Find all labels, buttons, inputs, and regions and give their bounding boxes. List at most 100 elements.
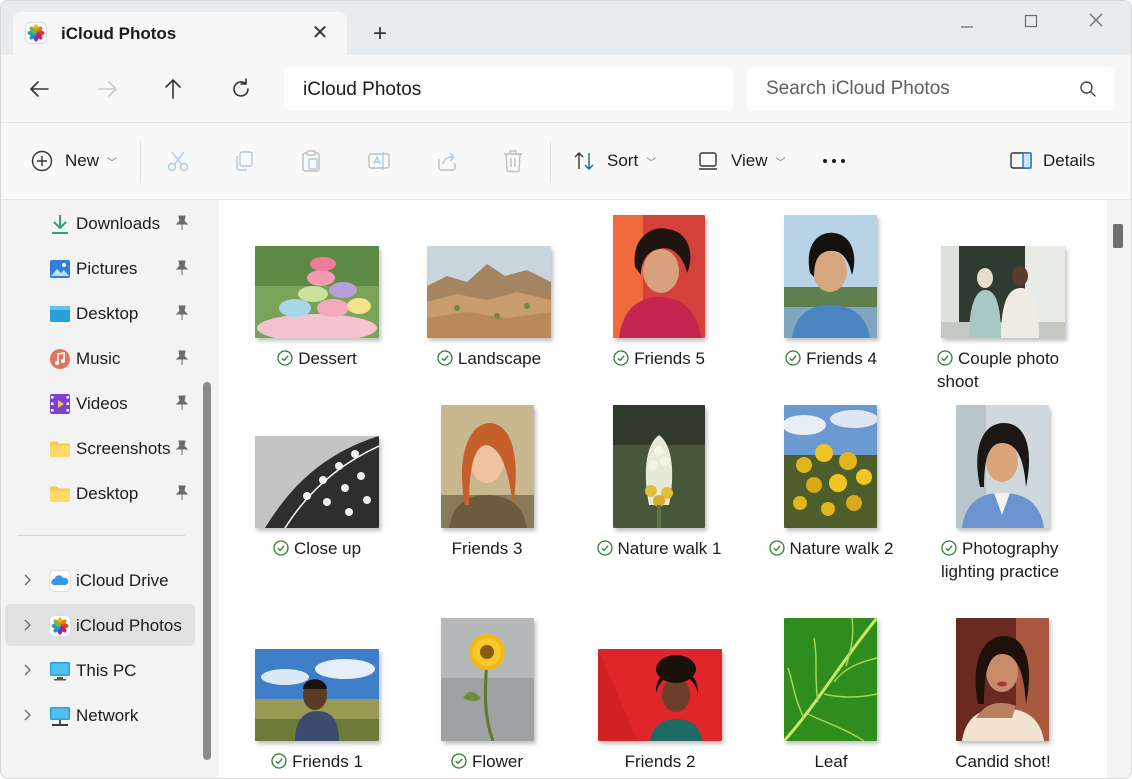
- folder-icon: [50, 441, 70, 457]
- photo-thumbnail-landscape: [427, 246, 551, 338]
- photo-caption: Nature walk 2: [765, 537, 897, 560]
- details-button[interactable]: Details: [1010, 145, 1095, 177]
- music-icon: [50, 349, 70, 369]
- back-arrow-icon[interactable]: [26, 75, 54, 103]
- view-button[interactable]: View ﹀: [697, 145, 786, 177]
- pin-icon[interactable]: [175, 395, 189, 411]
- pictures-icon: [50, 260, 70, 278]
- photo-caption: Flower: [425, 750, 549, 773]
- sidebar-scrollbar-thumb[interactable]: [203, 382, 211, 760]
- sidebar-item-icloud-photos[interactable]: iCloud Photos: [5, 604, 195, 646]
- search-icon[interactable]: [1079, 80, 1097, 98]
- sync-check-icon: [277, 350, 293, 366]
- sidebar-item-label: Pictures: [76, 259, 138, 278]
- trash-icon: [504, 150, 522, 173]
- tab-strip: iCloud Photos ✕ +: [1, 1, 1131, 56]
- photo-thumbnail-friends-1: [255, 649, 379, 741]
- share-button[interactable]: [435, 145, 459, 177]
- photo-caption: Photography lighting practice: [941, 537, 1081, 583]
- chevron-right-icon[interactable]: [21, 618, 33, 632]
- toolbar-divider: [140, 141, 141, 183]
- pin-icon[interactable]: [175, 305, 189, 321]
- toolbar-divider: [550, 141, 551, 183]
- photo-thumbnail-friends-2: [598, 649, 722, 741]
- file-explorer-window: iCloud Photos ✕ + iCloud Photos Search i…: [0, 0, 1132, 779]
- sync-check-icon: [785, 350, 801, 366]
- photo-name: Couple photo shoot: [937, 349, 1060, 391]
- forward-arrow-icon[interactable]: [93, 75, 121, 103]
- sort-button[interactable]: Sort ﹀: [573, 145, 656, 177]
- photos-app-icon: [25, 22, 47, 44]
- view-icon: [699, 152, 717, 170]
- folder-icon: [50, 486, 70, 502]
- tab-title: iCloud Photos: [61, 24, 177, 43]
- photo-name: Nature walk 2: [789, 539, 894, 558]
- sidebar-item-music[interactable]: Music: [5, 337, 195, 379]
- search-input[interactable]: [766, 78, 1066, 100]
- photo-caption: Candid shot!: [941, 750, 1065, 773]
- sidebar-item-desktop[interactable]: Desktop: [5, 292, 195, 334]
- search-box[interactable]: [746, 67, 1114, 111]
- chevron-right-icon[interactable]: [21, 573, 33, 587]
- pin-icon[interactable]: [175, 260, 189, 276]
- photo-name: Friends 1: [292, 752, 363, 771]
- photo-name: Landscape: [457, 349, 542, 368]
- photo-name: Friends 2: [624, 752, 696, 771]
- sidebar-item-label: Desktop: [76, 484, 139, 503]
- new-tab-button[interactable]: +: [367, 21, 393, 47]
- sync-check-icon: [937, 350, 953, 366]
- photo-thumbnail-couple-photo-shoot: [941, 246, 1065, 338]
- sidebar-item-label: Network: [76, 706, 139, 725]
- photo-thumbnail-friends-3: [441, 405, 534, 528]
- photo-name: Dessert: [298, 349, 357, 368]
- sidebar-item-pictures[interactable]: Pictures: [5, 247, 195, 289]
- pin-icon[interactable]: [175, 215, 189, 231]
- sidebar-item-network[interactable]: Network: [5, 694, 195, 736]
- photo-thumbnail-nature-walk-2: [784, 405, 877, 528]
- view-label: View: [731, 151, 768, 170]
- address-bar[interactable]: iCloud Photos: [284, 67, 734, 111]
- tab-icloud-photos[interactable]: iCloud Photos ✕: [13, 12, 347, 56]
- more-options-button[interactable]: [821, 145, 847, 177]
- content-scrollbar-thumb[interactable]: [1113, 224, 1123, 248]
- close-tab-icon[interactable]: ✕: [309, 22, 331, 44]
- sidebar-item-screenshots[interactable]: Screenshots: [5, 427, 195, 469]
- sidebar-item-icloud-drive[interactable]: iCloud Drive: [5, 559, 195, 601]
- sidebar-item-this-pc[interactable]: This PC: [5, 649, 195, 691]
- photo-thumbnail-close-up: [255, 436, 379, 528]
- sidebar-item-desktop-folder[interactable]: Desktop: [5, 472, 195, 514]
- photo-caption: Landscape: [427, 347, 551, 370]
- paste-button[interactable]: [300, 145, 322, 177]
- photo-thumbnail-flower: [441, 618, 534, 741]
- photo-thumbnail-friends-5: [613, 215, 705, 338]
- pin-icon[interactable]: [175, 350, 189, 366]
- minimize-button[interactable]: [952, 9, 982, 35]
- chevron-right-icon[interactable]: [21, 708, 33, 722]
- photo-thumbnail-leaf: [784, 618, 877, 741]
- sidebar-item-label: iCloud Photos: [76, 616, 182, 635]
- sync-check-icon: [273, 540, 289, 556]
- copy-button[interactable]: [233, 145, 255, 177]
- refresh-icon[interactable]: [227, 75, 255, 103]
- pin-icon[interactable]: [175, 440, 189, 456]
- chevron-right-icon[interactable]: [21, 663, 33, 677]
- chevron-down-icon: ﹀: [775, 157, 786, 169]
- delete-button[interactable]: [502, 145, 524, 177]
- address-row: iCloud Photos: [1, 55, 1131, 123]
- photo-thumbnail-photography-lighting-practice: [956, 405, 1049, 528]
- content-scrollbar[interactable]: [1107, 200, 1131, 778]
- rename-button[interactable]: [367, 145, 391, 177]
- photo-thumbnail-friends-4: [784, 215, 877, 338]
- photo-caption: Friends 2: [598, 750, 722, 773]
- videos-icon: [50, 394, 70, 414]
- cut-button[interactable]: [166, 145, 190, 177]
- new-button[interactable]: New ﹀: [31, 145, 117, 177]
- sidebar-item-downloads[interactable]: Downloads: [5, 202, 195, 244]
- sidebar-item-label: Screenshots: [76, 439, 171, 458]
- pin-icon[interactable]: [175, 485, 189, 501]
- sidebar-item-videos[interactable]: Videos: [5, 382, 195, 424]
- sidebar-item-label: This PC: [76, 661, 137, 680]
- close-window-button[interactable]: [1081, 9, 1111, 35]
- up-arrow-icon[interactable]: [159, 75, 187, 103]
- maximize-button[interactable]: [1016, 9, 1046, 35]
